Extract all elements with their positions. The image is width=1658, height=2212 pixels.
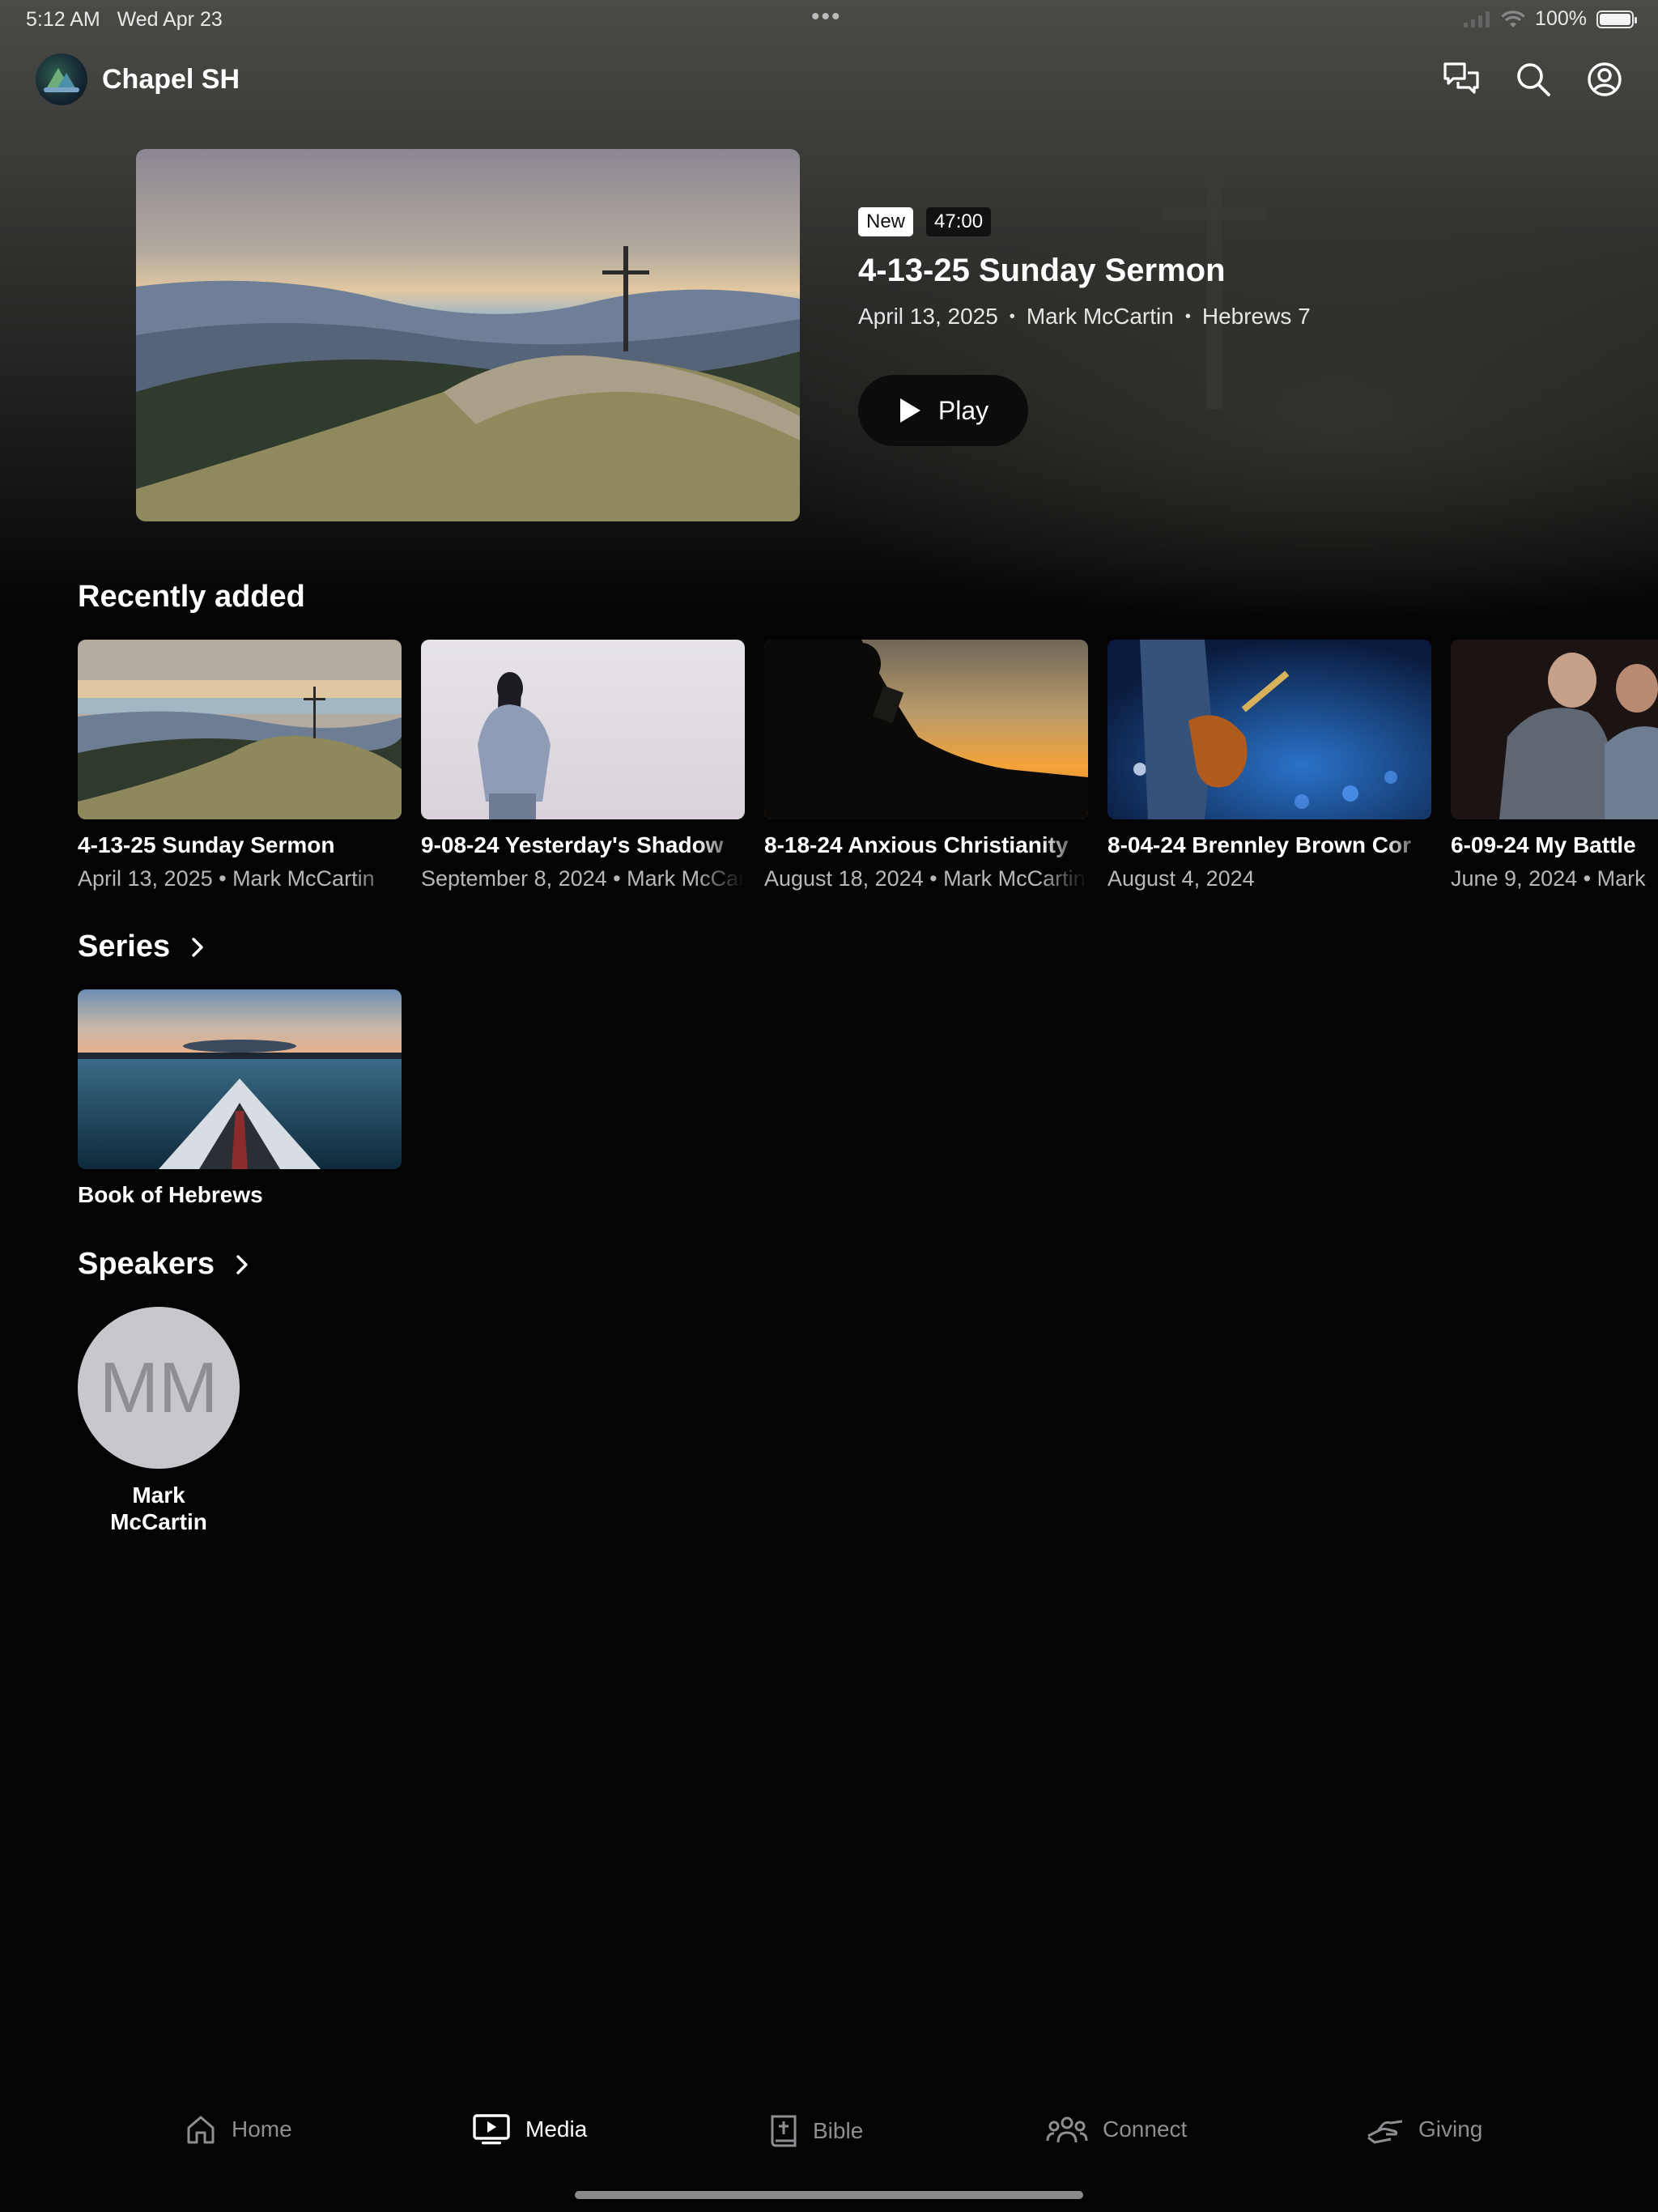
profile-icon[interactable] (1587, 62, 1622, 97)
media-title: 8-18-24 Anxious Christianity (764, 832, 1069, 857)
media-title: 9-08-24 Yesterday's Shadow (421, 832, 724, 857)
series-title: Book of Hebrews (78, 1182, 263, 1207)
media-thumbnail (1107, 640, 1431, 819)
tab-home[interactable]: Home (185, 2113, 292, 2146)
multitasking-dots-icon[interactable]: ••• (811, 3, 842, 31)
chevron-right-icon[interactable] (191, 937, 204, 958)
cellular-signal-icon (1464, 11, 1490, 28)
chat-icon[interactable] (1443, 62, 1480, 97)
bible-icon (771, 2115, 797, 2147)
home-icon (187, 2116, 215, 2144)
play-label: Play (937, 395, 989, 425)
media-meta: April 13, 2025 • Mark McCartin (78, 866, 375, 891)
brand-title: Chapel SH (102, 63, 240, 95)
featured-title: 4-13-25 Sunday Sermon (858, 253, 1226, 288)
tab-giving[interactable]: Giving (1367, 2113, 1482, 2146)
media-title: 8-04-24 Brennley Brown Cor (1107, 832, 1411, 857)
series-card[interactable]: Book of Hebrews (78, 989, 402, 1208)
speaker-avatar: MM (78, 1307, 240, 1469)
recently-added-heading: Recently added (78, 580, 305, 614)
speakers-heading[interactable]: Speakers (78, 1247, 249, 1282)
duration-badge: 47:00 (926, 207, 992, 236)
battery-icon (1596, 10, 1637, 28)
featured-info: New 47:00 4-13-25 Sunday Sermon April 13… (858, 207, 1587, 446)
featured-speaker[interactable]: Mark McCartin (1027, 304, 1174, 330)
media-title: 4-13-25 Sunday Sermon (78, 832, 335, 857)
media-card[interactable]: 9-08-24 Yesterday's Shadow September 8, … (421, 640, 745, 891)
giving-icon (1367, 2120, 1403, 2144)
status-bar: 5:12 AM Wed Apr 23 ••• 100% (0, 0, 1658, 39)
media-thumbnail (764, 640, 1088, 819)
wifi-icon (1501, 10, 1525, 28)
play-icon (899, 398, 920, 423)
new-badge: New (858, 207, 914, 236)
featured-scripture: Hebrews 7 (1201, 304, 1311, 329)
connect-icon (1046, 2116, 1088, 2143)
media-card[interactable]: 8-18-24 Anxious Christianity August 18, … (764, 640, 1088, 891)
search-icon[interactable] (1516, 62, 1551, 97)
tab-bible[interactable]: Bible (769, 2113, 863, 2149)
speaker-card[interactable]: MM Mark McCartin (78, 1307, 240, 1535)
featured-thumbnail[interactable] (136, 149, 800, 521)
media-meta: September 8, 2024 • Mark McCartin (421, 866, 745, 891)
series-heading[interactable]: Series (78, 929, 204, 964)
media-thumbnail (421, 640, 745, 819)
battery-percent: 100% (1535, 7, 1587, 30)
media-title: 6-09-24 My Battle (1451, 832, 1636, 857)
play-button[interactable]: Play (858, 375, 1028, 446)
status-time: 5:12 AM Wed Apr 23 (26, 8, 223, 31)
top-bar: Chapel SH (36, 52, 1622, 107)
tab-connect[interactable]: Connect (1046, 2113, 1187, 2146)
featured-date: April 13, 2025 (858, 304, 998, 329)
home-indicator[interactable] (575, 2191, 1083, 2199)
media-thumbnail (1451, 640, 1658, 819)
tab-bar: Home Media Bible Connect Giving (0, 2113, 1658, 2186)
media-meta: August 18, 2024 • Mark McCartin (764, 866, 1086, 891)
tab-media[interactable]: Media (472, 2113, 587, 2146)
series-thumbnail (78, 989, 402, 1169)
media-icon (473, 2114, 510, 2145)
speaker-name: Mark McCartin (110, 1482, 207, 1534)
media-thumbnail (78, 640, 402, 819)
media-card[interactable]: 4-13-25 Sunday Sermon April 13, 2025 • M… (78, 640, 402, 891)
media-card[interactable]: 8-04-24 Brennley Brown Cor August 4, 202… (1107, 640, 1431, 891)
church-logo[interactable] (36, 53, 87, 105)
featured-meta: April 13, 2025 • Mark McCartin • Hebrews… (858, 304, 1311, 330)
media-card[interactable]: 6-09-24 My Battle June 9, 2024 • Mark (1451, 640, 1658, 891)
recently-added-row[interactable]: 4-13-25 Sunday Sermon April 13, 2025 • M… (78, 640, 1658, 899)
media-meta: August 4, 2024 (1107, 866, 1255, 891)
media-meta: June 9, 2024 • Mark (1451, 866, 1646, 891)
chevron-right-icon[interactable] (236, 1254, 249, 1275)
